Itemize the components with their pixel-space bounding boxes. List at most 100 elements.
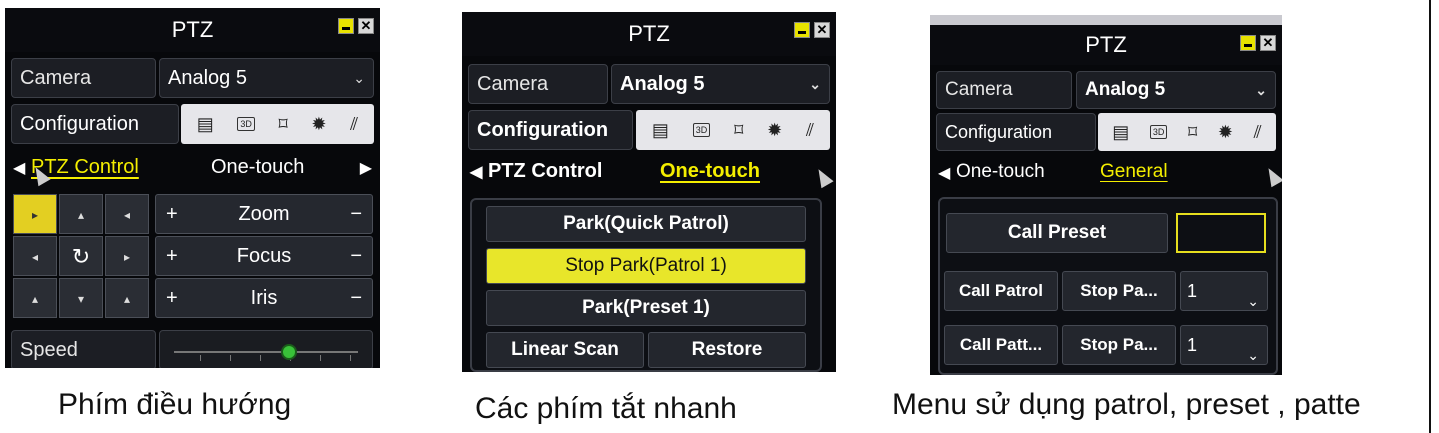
minimize-button[interactable] — [794, 22, 810, 38]
window-titlebar: PTZ ✕ — [5, 8, 380, 52]
tab-one-touch[interactable]: One-touch — [211, 156, 304, 179]
tab-general[interactable]: General — [1100, 161, 1168, 183]
focus-label: Focus — [236, 245, 292, 267]
close-button[interactable]: ✕ — [1260, 35, 1276, 51]
close-button[interactable]: ✕ — [814, 22, 830, 38]
zoom-control[interactable]: + Zoom − — [155, 194, 373, 234]
tab-one-touch[interactable]: One-touch — [956, 161, 1045, 183]
one-touch-panel: Park(Quick Patrol) Stop Park(Patrol 1) P… — [470, 198, 822, 372]
window-title: PTZ — [1085, 32, 1127, 57]
patrol-value: 1 — [1187, 281, 1198, 301]
ptz-screenshot-2: PTZ ✕ Camera Analog 5 ⌄ Configuration ▤ … — [462, 12, 836, 372]
focus-control[interactable]: + Focus − — [155, 236, 373, 276]
ptz-screenshot-1: PTZ ✕ Camera Analog 5 ⌄ Configuration ▤ … — [5, 8, 380, 368]
ptz-screenshot-3: PTZ ✕ Camera Analog 5 ⌄ Configuration ▤ … — [930, 15, 1282, 375]
slider-tick — [200, 355, 201, 361]
slider-tick — [320, 355, 321, 361]
caption-patrol-preset-menu: Menu sử dụng patrol, preset , patte — [892, 388, 1361, 421]
camera-label: Camera — [936, 71, 1072, 109]
dir-left-button[interactable]: ◂ — [13, 236, 57, 276]
light-icon[interactable]: ✹ — [311, 114, 326, 135]
window-titlebar: PTZ ✕ — [930, 25, 1282, 65]
window-title: PTZ — [628, 21, 670, 46]
list-icon[interactable]: ▤ — [1112, 122, 1129, 143]
light-icon[interactable]: ✹ — [767, 120, 782, 141]
dir-down-left-button[interactable]: ▴ — [13, 278, 57, 318]
window-title: PTZ — [171, 17, 214, 42]
wiper-icon[interactable]: ⫽ — [350, 114, 358, 135]
auto-rotate-icon[interactable]: ↻ — [59, 236, 103, 276]
zoom-out-button[interactable]: − — [350, 203, 362, 226]
iris-label: Iris — [250, 287, 278, 309]
tab-prev-arrow-icon[interactable]: ◀ — [470, 162, 482, 182]
configuration-label: Configuration — [11, 104, 179, 144]
light-icon[interactable]: ✹ — [1218, 122, 1233, 143]
frame-icon[interactable]: ⌑ — [279, 114, 288, 135]
list-icon[interactable]: ▤ — [197, 114, 214, 135]
minimize-button[interactable] — [1240, 35, 1256, 51]
camera-label: Camera — [468, 64, 608, 104]
mouse-cursor-icon — [1262, 164, 1282, 188]
iris-control[interactable]: + Iris − — [155, 278, 373, 318]
dir-up-button[interactable]: ▴ — [59, 194, 103, 234]
caption-shortcut-keys: Các phím tắt nhanh — [475, 392, 737, 425]
park-preset-button[interactable]: Park(Preset 1) — [486, 290, 806, 326]
camera-select[interactable]: Analog 5 ⌄ — [1076, 71, 1276, 109]
frame-icon[interactable]: ⌑ — [1188, 122, 1197, 143]
config-toolbar: ▤ 3D ⌑ ✹ ⫽ — [1098, 113, 1276, 151]
focus-minus-button[interactable]: − — [350, 245, 362, 268]
tab-one-touch[interactable]: One-touch — [660, 160, 760, 183]
iris-minus-button[interactable]: − — [350, 287, 362, 310]
list-icon[interactable]: ▤ — [652, 120, 669, 141]
tab-prev-arrow-icon[interactable]: ◀ — [13, 158, 25, 178]
preset-number-input[interactable] — [1176, 213, 1266, 253]
slider-tick — [230, 355, 231, 361]
call-patrol-button[interactable]: Call Patrol — [944, 271, 1058, 311]
linear-scan-button[interactable]: Linear Scan — [486, 332, 644, 368]
pattern-select[interactable]: 1 ⌄ — [1180, 325, 1268, 365]
wiper-icon[interactable]: ⫽ — [806, 120, 814, 141]
stop-park-button[interactable]: Stop Park(Patrol 1) — [486, 248, 806, 284]
tab-next-arrow-icon[interactable]: ▶ — [360, 158, 372, 178]
caption-navigation-keys: Phím điều hướng — [58, 388, 292, 421]
pattern-value: 1 — [1187, 335, 1198, 355]
stop-pattern-button[interactable]: Stop Pa... — [1062, 325, 1176, 365]
chevron-down-icon: ⌄ — [809, 76, 821, 92]
stop-patrol-button[interactable]: Stop Pa... — [1062, 271, 1176, 311]
tab-prev-arrow-icon[interactable]: ◀ — [938, 163, 950, 183]
chevron-down-icon: ⌄ — [1247, 293, 1259, 309]
call-preset-button[interactable]: Call Preset — [946, 213, 1168, 253]
speed-slider-knob[interactable] — [281, 344, 298, 360]
park-quick-patrol-button[interactable]: Park(Quick Patrol) — [486, 206, 806, 242]
chevron-down-icon: ⌄ — [1247, 347, 1259, 363]
window-titlebar: PTZ ✕ — [462, 12, 836, 56]
minimize-button[interactable] — [338, 18, 354, 34]
restore-button[interactable]: Restore — [648, 332, 806, 368]
speed-slider[interactable] — [159, 330, 373, 368]
frame-icon[interactable]: ⌑ — [734, 120, 743, 141]
slider-tick — [260, 355, 261, 361]
call-pattern-button[interactable]: Call Patt... — [944, 325, 1058, 365]
3d-icon[interactable]: 3D — [692, 123, 711, 137]
dir-up-left-button[interactable]: ▸ — [13, 194, 57, 234]
slider-tick — [350, 355, 351, 361]
dir-down-right-button[interactable]: ▴ — [105, 278, 149, 318]
close-button[interactable]: ✕ — [358, 18, 374, 34]
wiper-icon[interactable]: ⫽ — [1254, 122, 1262, 143]
3d-icon[interactable]: 3D — [237, 117, 255, 131]
mouse-cursor-icon — [812, 165, 834, 189]
dir-right-button[interactable]: ▸ — [105, 236, 149, 276]
camera-select[interactable]: Analog 5 ⌄ — [611, 64, 830, 104]
patrol-select[interactable]: 1 ⌄ — [1180, 271, 1268, 311]
tab-ptz-control[interactable]: PTZ Control — [488, 160, 602, 183]
camera-value: Analog 5 — [168, 67, 247, 89]
camera-value: Analog 5 — [620, 73, 705, 95]
dir-up-right-button[interactable]: ◂ — [105, 194, 149, 234]
3d-icon[interactable]: 3D — [1149, 125, 1168, 139]
dir-down-button[interactable]: ▾ — [59, 278, 103, 318]
page-edge-divider — [1429, 0, 1431, 433]
camera-select[interactable]: Analog 5 ⌄ — [159, 58, 374, 98]
chevron-down-icon: ⌄ — [353, 70, 365, 86]
camera-label: Camera — [11, 58, 156, 98]
camera-value: Analog 5 — [1085, 79, 1166, 100]
